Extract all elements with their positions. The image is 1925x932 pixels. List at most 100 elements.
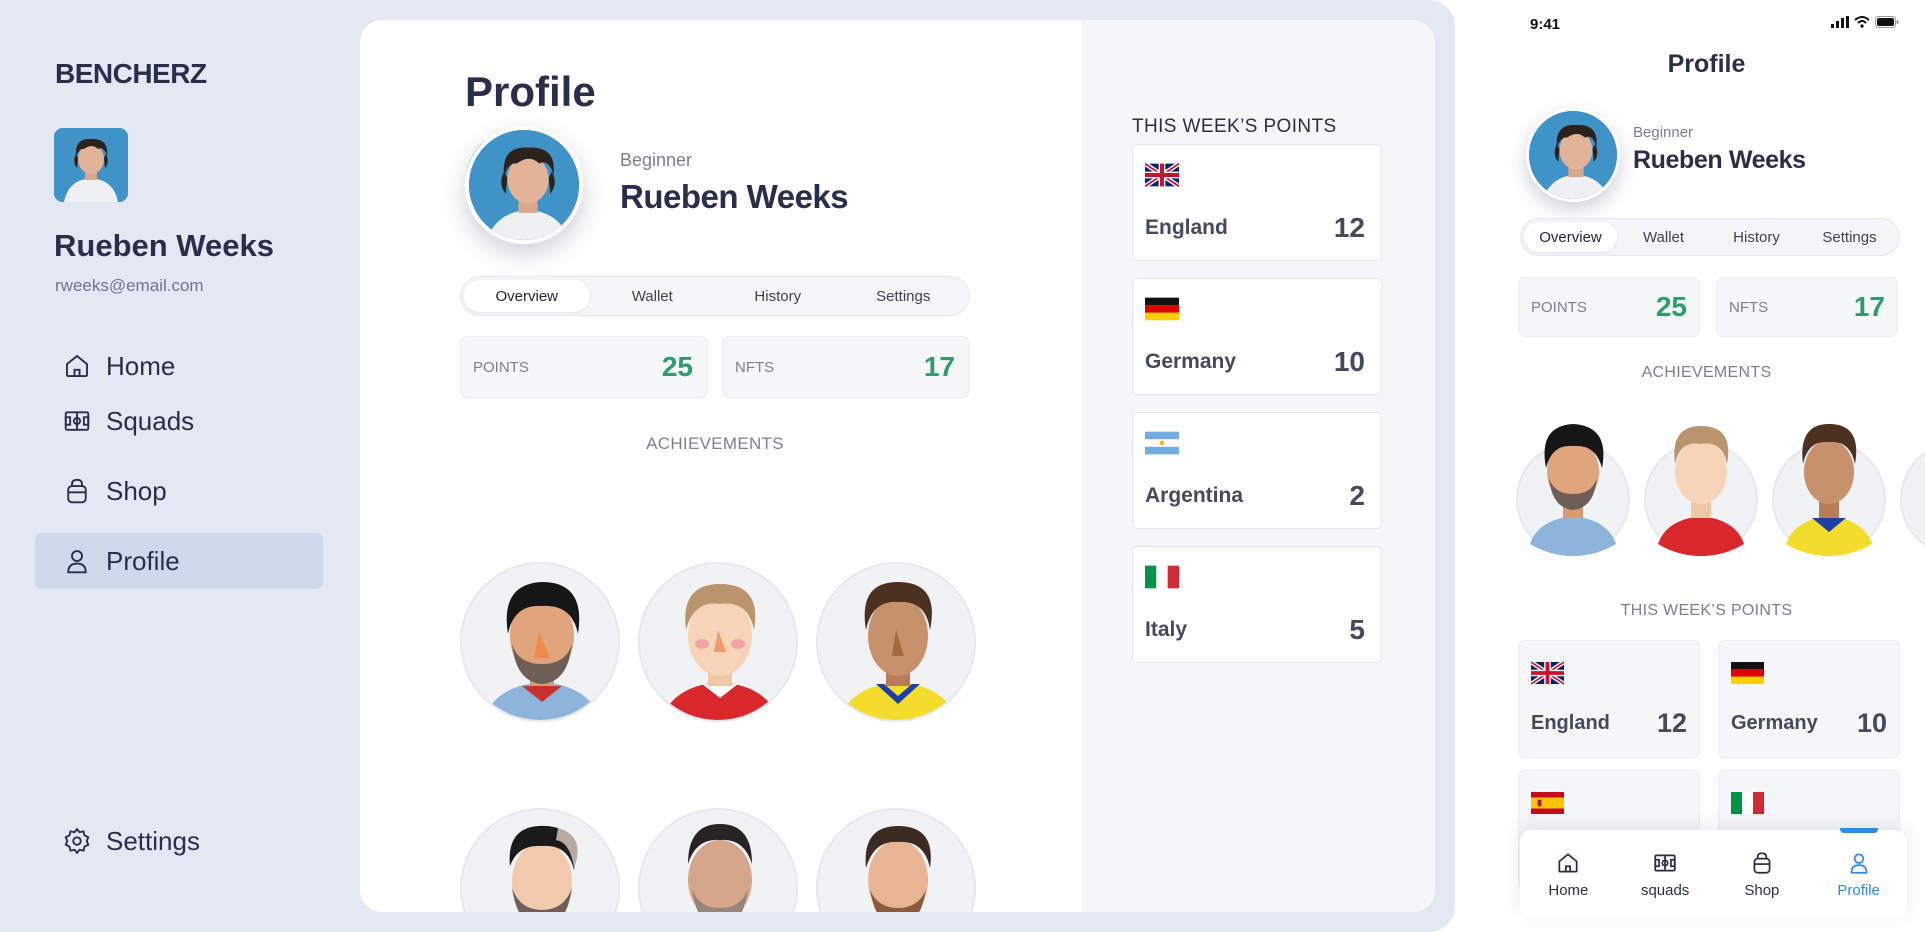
avatar-image bbox=[54, 128, 128, 202]
achievement-player-2[interactable] bbox=[638, 562, 798, 722]
player-avatar-image bbox=[462, 810, 618, 912]
country-points: 12 bbox=[1656, 708, 1687, 738]
mobile-profile-name: Rueben Weeks bbox=[1633, 146, 1806, 174]
uk-flag-icon bbox=[1145, 163, 1179, 187]
player-avatar-image bbox=[640, 564, 796, 720]
points-label: POINTS bbox=[1531, 298, 1587, 316]
sidebar-item-shop[interactable]: Shop bbox=[35, 463, 323, 519]
sidebar-item-label: Squads bbox=[106, 405, 195, 436]
sidebar-user-email: rweeks@email.com bbox=[55, 276, 204, 295]
signal-icon bbox=[1831, 16, 1849, 28]
mobile-week-card-germany[interactable]: Germany 10 bbox=[1718, 640, 1900, 758]
points-label: POINTS bbox=[473, 358, 529, 376]
bottom-nav-label: Shop bbox=[1744, 882, 1780, 899]
country-points: 10 bbox=[1856, 708, 1887, 738]
tab-settings[interactable]: Settings bbox=[841, 280, 967, 312]
week-card-italy[interactable]: Italy 5 bbox=[1132, 546, 1382, 663]
sidebar-item-label: Profile bbox=[106, 545, 180, 576]
tab-wallet[interactable]: Wallet bbox=[590, 280, 716, 312]
status-icons bbox=[1831, 16, 1899, 28]
profile-tabs: Overview Wallet History Settings bbox=[460, 276, 970, 316]
bottom-nav-home[interactable]: Home bbox=[1520, 830, 1617, 919]
mobile-profile-level: Beginner bbox=[1633, 124, 1694, 141]
week-card-england[interactable]: England 12 bbox=[1132, 144, 1382, 261]
tab-history[interactable]: History bbox=[715, 280, 841, 312]
bottom-nav-label: squads bbox=[1640, 882, 1690, 899]
sidebar-item-label: Home bbox=[106, 350, 176, 381]
achievement-player-6[interactable] bbox=[816, 808, 976, 912]
mobile-week-card-england[interactable]: England 12 bbox=[1518, 640, 1700, 758]
player-avatar-image bbox=[1900, 451, 1925, 547]
sidebar-item-profile[interactable]: Profile bbox=[35, 533, 323, 589]
points-stat: POINTS 25 bbox=[460, 336, 708, 398]
mobile-nfts-stat: NFTS 17 bbox=[1716, 277, 1898, 337]
achievement-player-3[interactable] bbox=[816, 562, 976, 722]
country-points: 12 bbox=[1333, 212, 1365, 243]
player-avatar-image bbox=[1516, 424, 1630, 556]
wifi-icon bbox=[1854, 16, 1870, 28]
home-icon bbox=[66, 354, 88, 377]
points-value: 25 bbox=[1655, 291, 1687, 322]
mobile-achievement-player-3[interactable] bbox=[1772, 402, 1886, 562]
bottom-nav-shop[interactable]: Shop bbox=[1714, 830, 1811, 919]
country-name: Italy bbox=[1145, 618, 1188, 641]
sidebar-item-squads[interactable]: Squads bbox=[35, 393, 323, 449]
sidebar-item-home[interactable]: Home bbox=[35, 338, 323, 394]
country-name: Argentina bbox=[1145, 484, 1244, 507]
profile-avatar-progress bbox=[455, 116, 583, 244]
mobile-page-title: Profile bbox=[1667, 50, 1746, 78]
tab-overview[interactable]: Overview bbox=[464, 280, 590, 312]
country-name: Germany bbox=[1731, 712, 1818, 734]
bottom-nav-profile[interactable]: Profile bbox=[1810, 828, 1907, 919]
mobile-achievement-player-2[interactable] bbox=[1644, 402, 1758, 562]
status-time: 9:41 bbox=[1530, 16, 1561, 33]
profile-icon bbox=[67, 550, 87, 574]
week-points-title: THIS WEEK’S POINTS bbox=[1132, 116, 1337, 137]
tab-overview[interactable]: Overview bbox=[1524, 222, 1617, 252]
avatar[interactable] bbox=[1526, 108, 1620, 202]
italy-flag-icon bbox=[1145, 565, 1179, 589]
argentina-flag-icon bbox=[1145, 431, 1179, 455]
gear-icon bbox=[64, 827, 90, 855]
week-card-argentina[interactable]: Argentina 2 bbox=[1132, 412, 1382, 529]
sidebar-item-label: Shop bbox=[106, 475, 167, 506]
page-title: Profile bbox=[465, 68, 596, 115]
mobile-screen: 9:41 Profile Beginner Rueben Weeks Overv… bbox=[1488, 0, 1925, 932]
mobile-achievement-player-1[interactable] bbox=[1516, 402, 1630, 562]
week-card-germany[interactable]: Germany 10 bbox=[1132, 278, 1382, 395]
tab-history[interactable]: History bbox=[1710, 222, 1803, 252]
spain-flag-icon bbox=[1531, 792, 1564, 814]
shop-icon bbox=[67, 478, 87, 504]
country-points: 5 bbox=[1349, 614, 1365, 645]
player-avatar-image bbox=[1644, 426, 1758, 556]
tab-wallet[interactable]: Wallet bbox=[1617, 222, 1710, 252]
mobile-profile-tabs: Overview Wallet History Settings bbox=[1520, 218, 1900, 256]
bottom-nav-squads[interactable]: squads bbox=[1617, 830, 1714, 919]
tab-settings[interactable]: Settings bbox=[1803, 222, 1896, 252]
profile-icon bbox=[1850, 853, 1868, 874]
achievement-player-5[interactable] bbox=[638, 808, 798, 912]
achievement-player-1[interactable] bbox=[460, 562, 620, 722]
avatar[interactable] bbox=[465, 126, 583, 244]
main-panel: Profile Beginner Rueben Weeks Overview W… bbox=[360, 20, 1435, 912]
player-avatar-image bbox=[1772, 424, 1886, 556]
sidebar-item-settings[interactable]: Settings bbox=[35, 813, 323, 869]
sidebar: BENCHERZ Rueben Weeks rweeks@email.com H… bbox=[0, 0, 360, 932]
nfts-stat: NFTS 17 bbox=[722, 336, 970, 398]
mobile-points-stat: POINTS 25 bbox=[1518, 277, 1700, 337]
mobile-achievements-title: ACHIEVEMENTS bbox=[1641, 364, 1772, 381]
desktop-frame: BENCHERZ Rueben Weeks rweeks@email.com H… bbox=[0, 0, 1455, 932]
brand-logo: BENCHERZ bbox=[55, 58, 207, 89]
achievement-player-4[interactable] bbox=[460, 808, 620, 912]
battery-icon bbox=[1875, 16, 1899, 28]
profile-name: Rueben Weeks bbox=[620, 178, 849, 215]
shop-icon bbox=[1753, 852, 1771, 874]
mobile-achievement-player-4[interactable] bbox=[1900, 402, 1925, 562]
home-icon bbox=[1558, 853, 1578, 873]
avatar[interactable] bbox=[54, 128, 128, 202]
player-avatar-image bbox=[818, 810, 974, 912]
country-name: England bbox=[1145, 216, 1228, 239]
italy-flag-icon bbox=[1731, 792, 1764, 814]
nfts-label: NFTS bbox=[1729, 298, 1769, 316]
bottom-nav-label: Profile bbox=[1837, 882, 1880, 899]
